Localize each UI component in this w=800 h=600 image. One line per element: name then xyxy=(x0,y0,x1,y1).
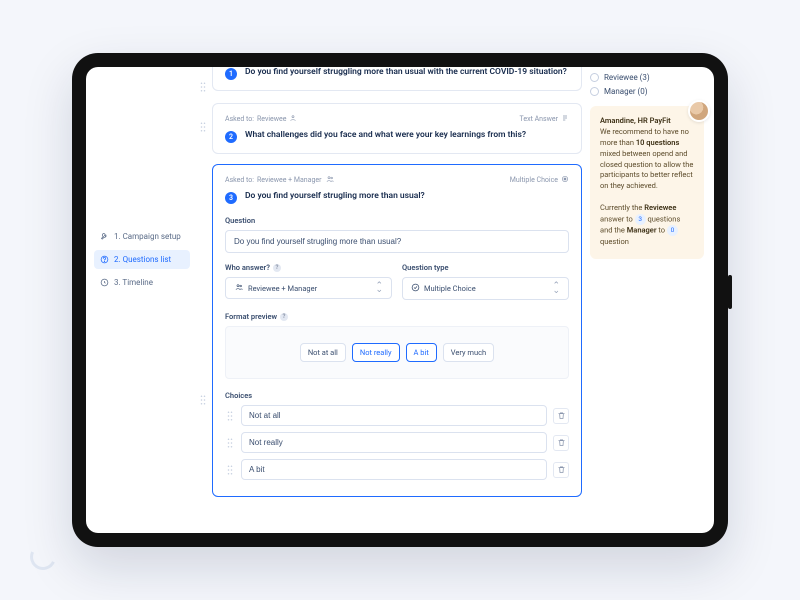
preview-chip[interactable]: Not at all xyxy=(300,343,346,362)
preview-chip[interactable]: Very much xyxy=(443,343,494,362)
drag-handle-icon[interactable] xyxy=(225,410,235,422)
asked-to-meta: Asked to: Reviewee + Manager xyxy=(225,175,335,185)
chevron-updown-icon: ⌃⌄ xyxy=(375,284,383,293)
tip-card: Amandine, HR PayFit We recommend to have… xyxy=(590,106,704,259)
question-row: 1 Do you find yourself struggling more t… xyxy=(198,67,582,93)
trash-icon xyxy=(557,438,566,447)
question-text-input[interactable] xyxy=(225,230,569,253)
drag-handle-icon[interactable] xyxy=(225,437,235,449)
asked-to-meta: Asked to: Reviewee xyxy=(225,114,297,124)
device-frame: 1. Campaign setup 2. Questions list 3. T… xyxy=(72,53,728,547)
right-sidebar: Reviewee (3) Manager (0) Amandine, HR Pa… xyxy=(586,67,714,533)
person-icon xyxy=(289,114,297,124)
clock-icon xyxy=(100,278,109,287)
people-icon xyxy=(234,283,244,293)
choice-input[interactable] xyxy=(241,405,547,426)
question-title: Do you find yourself strugling more than… xyxy=(245,191,425,203)
question-type-meta: Multiple Choice xyxy=(510,175,569,185)
help-circle-icon xyxy=(100,255,109,264)
question-number-badge: 3 xyxy=(225,192,237,204)
nav-step-label: 2. Questions list xyxy=(114,255,171,264)
question-field-label: Question xyxy=(225,216,569,225)
app-screen: 1. Campaign setup 2. Questions list 3. T… xyxy=(86,67,714,533)
drag-handle-icon[interactable] xyxy=(198,394,208,406)
choices-label: Choices xyxy=(225,391,569,400)
radio-icon xyxy=(590,87,599,96)
people-icon xyxy=(325,175,335,185)
drag-handle-icon[interactable] xyxy=(225,464,235,476)
nav-step-setup[interactable]: 1. Campaign setup xyxy=(94,227,190,246)
choice-input[interactable] xyxy=(241,459,547,480)
question-title: Do you find yourself struggling more tha… xyxy=(245,67,567,79)
decor-swirl xyxy=(26,540,59,573)
preview-chip[interactable]: Not really xyxy=(352,343,400,362)
question-row: Asked to: Reviewee + Manager Multiple Ch… xyxy=(198,164,582,497)
audience-radio-reviewee[interactable]: Reviewee (3) xyxy=(590,73,704,82)
question-number-badge: 2 xyxy=(225,131,237,143)
question-type-meta: Text Answer xyxy=(520,114,569,124)
nav-step-label: 3. Timeline xyxy=(114,278,153,287)
radio-icon xyxy=(590,73,599,82)
count-pill: 3 xyxy=(635,214,646,225)
question-card-selected[interactable]: Asked to: Reviewee + Manager Multiple Ch… xyxy=(212,164,582,497)
questions-main: 1 Do you find yourself struggling more t… xyxy=(198,67,586,533)
who-answer-label: Who answer? ? xyxy=(225,263,392,272)
text-answer-icon xyxy=(561,114,569,124)
nav-step-label: 1. Campaign setup xyxy=(114,232,181,241)
question-type-select[interactable]: Multiple Choice ⌃⌄ xyxy=(402,277,569,300)
help-icon[interactable]: ? xyxy=(273,264,281,272)
trash-icon xyxy=(557,465,566,474)
tip-author: Amandine, HR PayFit xyxy=(600,116,671,125)
radio-icon xyxy=(561,175,569,185)
who-answer-select[interactable]: Reviewee + Manager ⌃⌄ xyxy=(225,277,392,299)
audience-filter: Reviewee (3) Manager (0) xyxy=(590,73,704,96)
question-type-label: Question type xyxy=(402,263,569,272)
delete-choice-button[interactable] xyxy=(553,408,569,424)
audience-radio-manager[interactable]: Manager (0) xyxy=(590,87,704,96)
delete-choice-button[interactable] xyxy=(553,462,569,478)
choice-row xyxy=(225,432,569,453)
drag-handle-icon[interactable] xyxy=(198,121,208,133)
format-preview-label: Format preview ? xyxy=(225,312,569,321)
help-icon[interactable]: ? xyxy=(280,313,288,321)
question-row: Asked to: Reviewee Text Answer xyxy=(198,103,582,154)
chevron-updown-icon: ⌃⌄ xyxy=(552,284,560,293)
nav-step-questions[interactable]: 2. Questions list xyxy=(94,250,190,269)
delete-choice-button[interactable] xyxy=(553,435,569,451)
check-badge-icon xyxy=(411,283,420,294)
drag-handle-icon[interactable] xyxy=(198,81,208,93)
trash-icon xyxy=(557,411,566,420)
avatar xyxy=(688,100,710,122)
question-card[interactable]: 1 Do you find yourself struggling more t… xyxy=(212,67,582,91)
wrench-icon xyxy=(100,232,109,241)
preview-chip[interactable]: A bit xyxy=(406,343,437,362)
question-number-badge: 1 xyxy=(225,68,237,80)
question-card[interactable]: Asked to: Reviewee Text Answer xyxy=(212,103,582,154)
count-pill: 0 xyxy=(667,225,678,236)
question-title: What challenges did you face and what we… xyxy=(245,130,526,142)
choice-row xyxy=(225,405,569,426)
format-preview: Not at all Not really A bit Very much xyxy=(225,326,569,379)
choice-input[interactable] xyxy=(241,432,547,453)
wizard-sidebar: 1. Campaign setup 2. Questions list 3. T… xyxy=(86,67,198,533)
nav-step-timeline[interactable]: 3. Timeline xyxy=(94,273,190,292)
choice-row xyxy=(225,459,569,480)
